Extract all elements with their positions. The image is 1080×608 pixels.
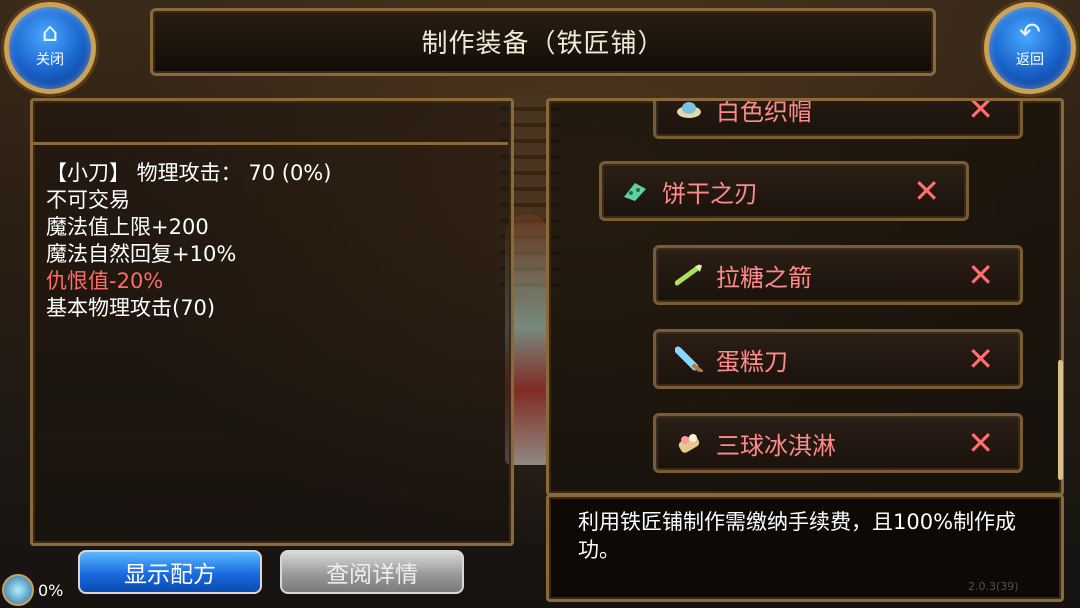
recipe-list-panel[interactable]: 白色织帽 ✕ 饼干之刃 ✕ 拉糖之箭 ✕ 蛋糕刀 ✕ 三球冰淇淋 ✕ (546, 98, 1064, 496)
candy-arrow-icon (674, 260, 704, 290)
page-title: 制作装备（铁匠铺） (421, 28, 665, 59)
recipe-item[interactable]: 白色织帽 ✕ (653, 98, 1023, 139)
version-label: 2.0.3(39) (968, 580, 1019, 593)
recipe-item[interactable]: 三球冰淇淋 ✕ (653, 413, 1023, 473)
stat-max-mana: 魔法值上限+200 (46, 215, 209, 239)
recipe-item-label: 饼干之刃 (662, 179, 758, 208)
stat-hatred: 仇恨值-20% (46, 269, 164, 293)
stat-untradeable: 不可交易 (46, 188, 130, 212)
remove-icon[interactable]: ✕ (913, 172, 940, 210)
item-stats: 【小刀】 物理攻击： 70 (0%) 不可交易 魔法值上限+200 魔法自然回复… (46, 160, 496, 322)
stat-attack: 【小刀】 物理攻击： 70 (0%) (46, 161, 332, 185)
recipe-item-label: 白色织帽 (716, 98, 812, 126)
recipe-item[interactable]: 拉糖之箭 ✕ (653, 245, 1023, 305)
recipe-item-label: 三球冰淇淋 (716, 431, 836, 460)
remove-icon[interactable]: ✕ (967, 340, 994, 378)
close-button[interactable]: ⌂ 关闭 (4, 2, 96, 94)
item-detail-header (30, 98, 508, 145)
home-icon: ⌂ (41, 18, 59, 48)
description-text: 利用铁匠铺制作需缴纳手续费，且100%制作成功。 (578, 510, 1017, 562)
cookie-blade-icon (620, 176, 650, 206)
stat-base-attack: 基本物理攻击(70) (46, 296, 216, 320)
recipe-item[interactable]: 饼干之刃 ✕ (599, 161, 969, 221)
return-arrow-icon: ↶ (1019, 18, 1041, 48)
show-recipe-button[interactable]: 显示配方 (78, 550, 262, 594)
remove-icon[interactable]: ✕ (967, 101, 994, 128)
back-button-label: 返回 (1016, 52, 1044, 68)
ice-cream-icon (674, 428, 704, 458)
remove-icon[interactable]: ✕ (967, 424, 994, 462)
cake-knife-icon (674, 344, 704, 374)
progress-indicator: 0% (2, 574, 63, 606)
recipe-list-scrollbar[interactable] (1058, 360, 1063, 480)
back-button[interactable]: ↶ 返回 (984, 2, 1076, 94)
recipe-item[interactable]: 蛋糕刀 ✕ (653, 329, 1023, 389)
recipe-item-label: 蛋糕刀 (716, 347, 788, 376)
stat-mana-regen: 魔法自然回复+10% (46, 242, 237, 266)
progress-text: 0% (38, 580, 64, 600)
remove-icon[interactable]: ✕ (967, 256, 994, 294)
progress-orb-icon (2, 574, 34, 606)
hat-icon (674, 101, 704, 124)
view-details-button[interactable]: 查阅详情 (280, 550, 464, 594)
close-button-label: 关闭 (36, 52, 64, 68)
recipe-item-label: 拉糖之箭 (716, 263, 812, 292)
